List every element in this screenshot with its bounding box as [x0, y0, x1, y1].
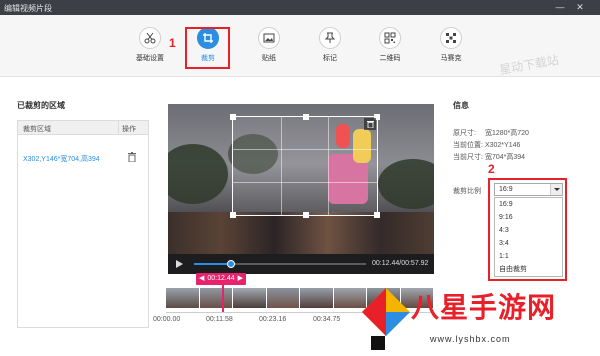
- crop-tool-highlight: [185, 27, 230, 69]
- info-title: 信息: [453, 101, 469, 110]
- trash-icon[interactable]: [128, 152, 136, 162]
- pin-icon: [319, 27, 341, 49]
- window-title: 编辑视频片段: [4, 4, 52, 13]
- timeline-current-value: 00:12.44: [207, 275, 235, 282]
- info-value: 宽1280*高720: [484, 130, 529, 137]
- qrcode-icon: [379, 27, 401, 49]
- crop-selection-box[interactable]: [230, 114, 380, 218]
- crop-handle-top-left[interactable]: [230, 114, 236, 120]
- timeline-tick: 00:00.00: [153, 316, 181, 323]
- tool-sticker[interactable]: 贴纸: [249, 27, 289, 63]
- cropped-regions-title: 已裁剪的区域: [17, 101, 65, 110]
- crowd-image: [168, 212, 434, 254]
- timeline-tick: 00:34.75: [313, 316, 341, 323]
- info-label: 当前位置:: [453, 142, 483, 149]
- info-position: 当前位置: X302*Y146: [453, 140, 520, 150]
- time-readout: 00:12.44/00:57.92: [372, 260, 429, 267]
- brand-name: 八星手游网: [411, 292, 557, 323]
- tool-label: 马赛克: [440, 55, 462, 62]
- info-label: 原尺寸:: [453, 130, 476, 137]
- playhead[interactable]: [222, 284, 224, 312]
- table-row[interactable]: X302,Y146*宽704,高394: [18, 147, 148, 169]
- timeline-tick: 00:11.58: [206, 316, 233, 323]
- timeline-tick: 00:23.16: [259, 316, 287, 323]
- progress-fill: [194, 263, 231, 265]
- tool-label: 二维码: [379, 55, 401, 62]
- crop-handle-bottom-right[interactable]: [374, 212, 380, 218]
- tool-qrcode[interactable]: 二维码: [370, 27, 410, 63]
- brand-logo-icon: [362, 288, 410, 336]
- info-label: 当前尺寸:: [453, 154, 483, 161]
- player-controls: 00:12.44/00:57.92: [168, 254, 434, 274]
- progress-bar[interactable]: [194, 260, 366, 268]
- crop-handle-bottom[interactable]: [303, 212, 309, 218]
- ratio-highlight: [488, 178, 567, 281]
- crop-ratio-label: 裁剪比例: [453, 188, 481, 195]
- minimize-button[interactable]: —: [554, 1, 566, 13]
- title-bar: 编辑视频片段 — ✕: [0, 0, 600, 15]
- info-source-size: 原尺寸: 宽1280*高720: [453, 128, 529, 138]
- play-icon[interactable]: [174, 259, 184, 269]
- annotation-marker-1: 1: [169, 36, 176, 50]
- cropped-regions-table: 裁剪区域 操作 X302,Y146*宽704,高394: [17, 120, 149, 328]
- timeline-current-time[interactable]: ◀ 00:12.44 ▶: [196, 273, 246, 285]
- tool-mosaic[interactable]: 马赛克: [431, 27, 471, 63]
- info-value: X302*Y146: [484, 142, 521, 149]
- tool-label: 基础设置: [136, 55, 164, 62]
- scissors-icon: [139, 27, 161, 49]
- image-icon: [258, 27, 280, 49]
- crop-delete-button[interactable]: [364, 118, 376, 130]
- windows-icon: [371, 336, 385, 350]
- tool-mark[interactable]: 标记: [310, 27, 350, 63]
- info-value: 宽704*高394: [484, 154, 526, 161]
- crop-handle-bottom-left[interactable]: [230, 212, 236, 218]
- tool-label: 标记: [323, 55, 337, 62]
- brand-url: www.lyshbx.com: [430, 334, 511, 344]
- column-header-region: 裁剪区域: [23, 126, 51, 133]
- crop-region-value[interactable]: X302,Y146*宽704,高394: [23, 154, 100, 164]
- brand-watermark: 八星手游网 www.lyshbx.com: [356, 282, 600, 356]
- crop-handle-top[interactable]: [303, 114, 309, 120]
- info-current-size: 当前尺寸: 宽704*高394: [453, 152, 525, 162]
- annotation-marker-2: 2: [488, 162, 495, 176]
- mosaic-icon: [440, 27, 462, 49]
- column-header-action: 操作: [122, 126, 136, 133]
- tool-label: 贴纸: [262, 55, 276, 62]
- progress-knob[interactable]: [226, 260, 235, 268]
- trash-icon: [366, 121, 374, 128]
- table-header: 裁剪区域 操作: [18, 121, 148, 135]
- close-button[interactable]: ✕: [574, 1, 586, 13]
- tool-basic-settings[interactable]: 基础设置: [130, 27, 170, 63]
